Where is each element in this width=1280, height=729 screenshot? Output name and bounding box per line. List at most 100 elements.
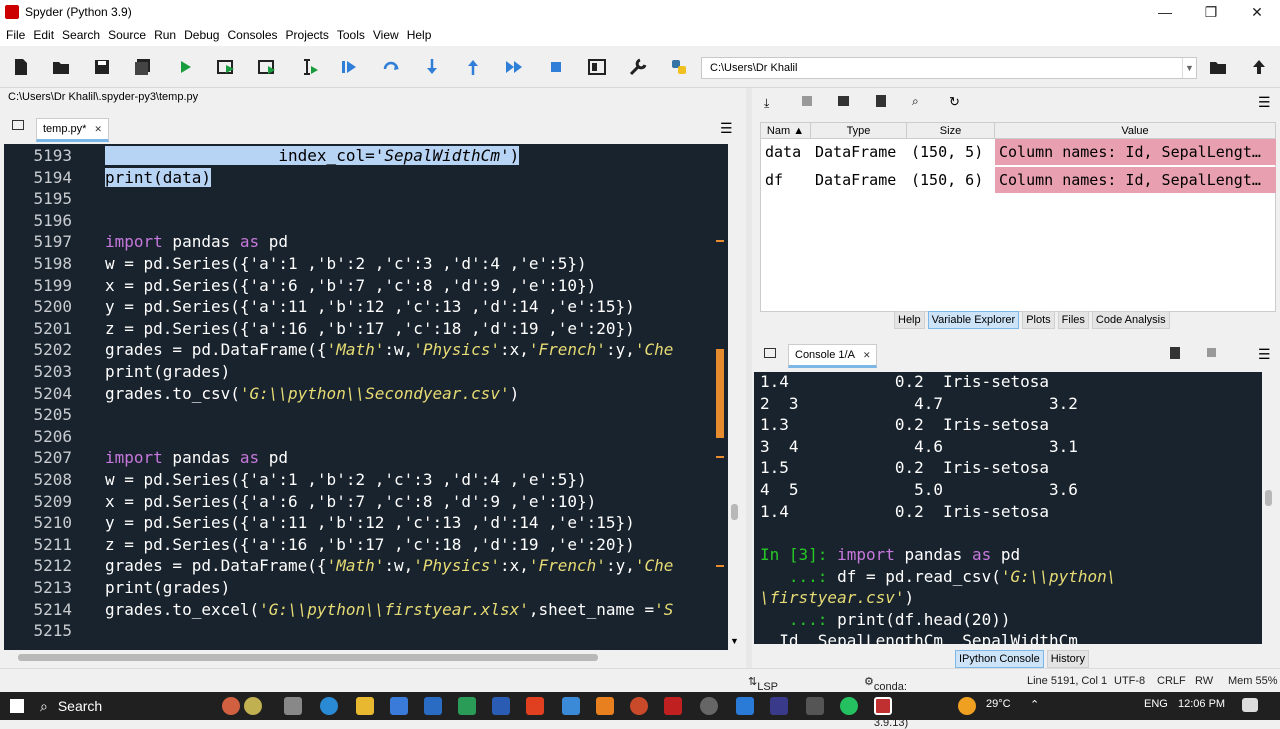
word-icon[interactable] (492, 697, 510, 715)
debug-icon[interactable] (336, 54, 362, 80)
var-value[interactable]: Column names: Id, SepalLengt… (995, 139, 1276, 165)
console-scrollbar[interactable] (1262, 372, 1276, 644)
var-size[interactable]: (150, 6) (907, 167, 995, 193)
code-editor[interactable]: 5193 5194 5195 5196 5197 5198 5199 5200 … (4, 144, 728, 650)
chevron-down-icon[interactable]: ▼ (1182, 58, 1196, 78)
spyder-taskbar-icon[interactable] (874, 697, 892, 715)
menu-tools[interactable]: Tools (333, 28, 369, 42)
column-header-size[interactable]: Size (907, 123, 995, 139)
tray-chevron-icon[interactable]: ⌃ (1030, 698, 1039, 711)
parent-dir-arrow-icon[interactable] (1246, 54, 1272, 80)
menu-view[interactable]: View (369, 28, 403, 42)
var-type[interactable]: DataFrame (811, 167, 907, 193)
var-name[interactable]: data (761, 139, 811, 165)
var-type[interactable]: DataFrame (811, 139, 907, 165)
remove-all-icon[interactable] (876, 95, 886, 107)
menu-run[interactable]: Run (150, 28, 180, 42)
menu-consoles[interactable]: Consoles (223, 28, 281, 42)
maximize-button[interactable]: ❐ (1188, 0, 1234, 24)
tab-console-1a[interactable]: Console 1/A ✕ (788, 344, 878, 368)
tab-code-analysis[interactable]: Code Analysis (1091, 311, 1170, 329)
notification-icon[interactable] (1242, 698, 1258, 712)
run-cell-icon[interactable] (213, 54, 239, 80)
media-player-icon[interactable] (700, 697, 718, 715)
tab-variable-explorer[interactable]: Variable Explorer (927, 311, 1020, 329)
tab-help[interactable]: Help (894, 311, 925, 329)
run-cell-advance-icon[interactable] (254, 54, 280, 80)
open-file-icon[interactable] (48, 54, 74, 80)
save-data-icon[interactable] (802, 96, 812, 106)
tab-files[interactable]: Files (1057, 311, 1089, 329)
var-name[interactable]: df (761, 167, 811, 193)
hamburger-menu-icon[interactable]: ☰ (720, 120, 733, 137)
hamburger-menu-icon[interactable]: ☰ (1258, 346, 1271, 363)
save-icon[interactable] (89, 54, 115, 80)
refresh-icon[interactable]: ↻ (949, 94, 960, 110)
browse-folder-icon[interactable] (1205, 54, 1231, 80)
menu-debug[interactable]: Debug (180, 28, 223, 42)
menu-file[interactable]: File (2, 28, 29, 42)
taskbar-search[interactable]: ⌕ Search (40, 692, 220, 720)
windows-start-icon[interactable] (10, 699, 24, 713)
widget-icon[interactable] (244, 697, 262, 715)
file-explorer-icon[interactable] (356, 697, 374, 715)
app-icon[interactable] (736, 697, 754, 715)
ipython-console[interactable]: 1.4 0.2 Iris-setosa 2 3 4.7 3.2 1.3 0.2 … (754, 372, 1262, 644)
editor-vertical-scrollbar[interactable]: ▼ (728, 144, 742, 650)
continue-icon[interactable] (501, 54, 527, 80)
maximize-pane-icon[interactable] (584, 54, 610, 80)
scrollbar-thumb[interactable] (1265, 490, 1272, 506)
new-file-icon[interactable] (8, 54, 34, 80)
browse-tabs-icon[interactable] (12, 120, 24, 130)
tab-history[interactable]: History (1046, 650, 1089, 668)
store-icon[interactable] (390, 697, 408, 715)
clock[interactable]: 12:06 PM (1178, 698, 1225, 710)
office-icon[interactable] (526, 697, 544, 715)
minimize-button[interactable]: — (1142, 0, 1188, 24)
menu-source[interactable]: Source (104, 28, 150, 42)
app-icon[interactable] (562, 697, 580, 715)
menu-projects[interactable]: Projects (282, 28, 333, 42)
vlc-icon[interactable] (596, 697, 614, 715)
close-icon[interactable]: ✕ (863, 350, 871, 361)
tab-plots[interactable]: Plots (1022, 311, 1055, 329)
widget-icon[interactable] (222, 697, 240, 715)
step-icon[interactable] (378, 54, 404, 80)
var-size[interactable]: (150, 5) (907, 139, 995, 165)
interrupt-kernel-icon[interactable] (1207, 348, 1216, 357)
search-icon[interactable]: ⌕ (912, 94, 919, 109)
mail-icon[interactable] (424, 697, 442, 715)
editor-horizontal-scrollbar[interactable] (4, 650, 728, 664)
import-data-icon[interactable]: ⤓ (764, 96, 769, 111)
column-header-type[interactable]: Type (811, 123, 907, 139)
run-selection-icon[interactable] (296, 54, 322, 80)
input-language[interactable]: ENG (1144, 698, 1168, 710)
step-into-icon[interactable] (419, 54, 445, 80)
close-icon[interactable]: ✕ (94, 124, 102, 135)
python-path-icon[interactable] (666, 54, 692, 80)
remove-variables-icon[interactable] (1170, 347, 1180, 359)
working-directory-input[interactable]: C:\Users\Dr Khalil ▼ (701, 57, 1197, 79)
app-icon[interactable] (770, 697, 788, 715)
menu-help[interactable]: Help (403, 28, 436, 42)
save-all-icon[interactable] (130, 54, 156, 80)
tab-ipython-console[interactable]: IPython Console (955, 650, 1044, 668)
step-return-icon[interactable] (460, 54, 486, 80)
task-view-icon[interactable] (284, 697, 302, 715)
pane-splitter[interactable] (746, 88, 752, 668)
menu-search[interactable]: Search (58, 28, 104, 42)
stop-debug-icon[interactable] (543, 54, 569, 80)
menu-edit[interactable]: Edit (29, 28, 58, 42)
app-icon[interactable] (806, 697, 824, 715)
var-value[interactable]: Column names: Id, SepalLengt… (995, 167, 1276, 193)
pdf-reader-icon[interactable] (664, 697, 682, 715)
browse-tabs-icon[interactable] (764, 348, 776, 358)
preferences-wrench-icon[interactable] (625, 54, 651, 80)
whatsapp-icon[interactable] (840, 697, 858, 715)
close-button[interactable]: ✕ (1234, 0, 1280, 24)
column-header-value[interactable]: Value (995, 123, 1276, 139)
column-header-name[interactable]: Nam ▲ (761, 123, 811, 139)
tab-temp-py[interactable]: temp.py* ✕ (36, 118, 109, 142)
hamburger-menu-icon[interactable]: ☰ (1258, 94, 1271, 111)
powerpoint-icon[interactable] (630, 697, 648, 715)
